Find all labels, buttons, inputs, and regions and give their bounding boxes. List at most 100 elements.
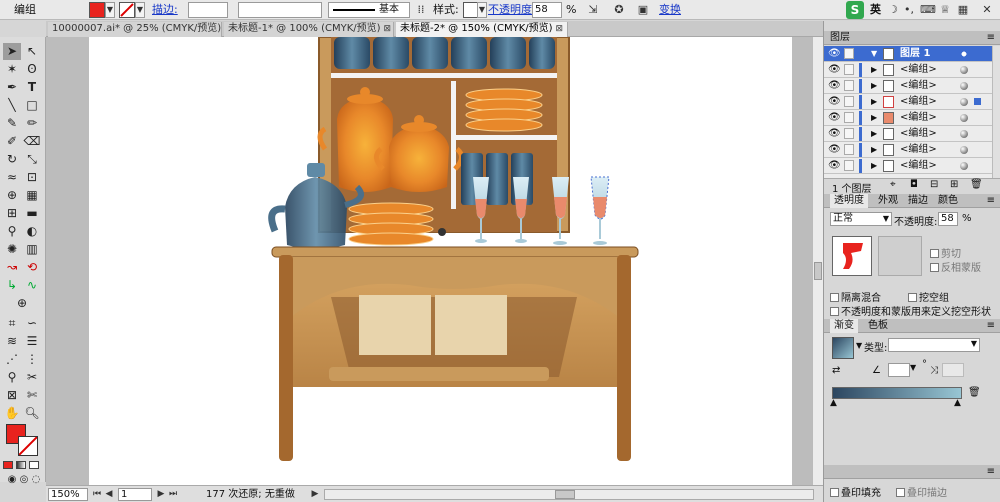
none-mode-icon[interactable] bbox=[29, 461, 39, 469]
invert-mask-checkbox[interactable]: 反相蒙版 bbox=[930, 259, 981, 274]
blend-tool-icon[interactable]: ◐ bbox=[23, 223, 41, 240]
layer-row-group[interactable]: 👁︎ ▶ <编组> bbox=[824, 142, 992, 158]
visibility-eye-icon[interactable]: 👁︎ bbox=[828, 144, 841, 155]
column-graph-icon[interactable]: ▥ bbox=[23, 241, 41, 258]
brush-definition-field[interactable]: 基本 bbox=[328, 2, 410, 18]
brush-options-icon[interactable]: ⁞⁞ bbox=[414, 3, 428, 17]
new-sublayer-icon[interactable]: ⊟ bbox=[930, 179, 938, 190]
direct-selection-tool-icon[interactable]: ↖ bbox=[23, 43, 41, 60]
layer-target-icon[interactable] bbox=[960, 66, 968, 74]
gradient-mode-icon[interactable] bbox=[16, 461, 26, 469]
canvas-horizontal-scrollbar[interactable] bbox=[324, 489, 814, 500]
measure-tool-icon[interactable]: ⚲ bbox=[3, 369, 21, 386]
tab-document-3[interactable]: 未标题-2* @ 150% (CMYK/预览) ⊠ bbox=[396, 22, 568, 37]
lock-toggle[interactable] bbox=[844, 64, 854, 75]
pencil-icon[interactable]: ✏ bbox=[23, 115, 41, 132]
ime-close-icon[interactable]: ✕ bbox=[980, 3, 994, 17]
layer-target-icon[interactable] bbox=[960, 82, 968, 90]
overprint-stroke-checkbox[interactable]: 叠印描边 bbox=[896, 484, 947, 499]
path-tool-icon[interactable]: ∿ bbox=[23, 277, 41, 294]
layer-name[interactable]: 图层 1 bbox=[900, 47, 930, 61]
layer-name[interactable]: <编组> bbox=[900, 63, 937, 77]
blend-mode-select[interactable]: 正常 ▼ bbox=[830, 212, 892, 226]
clip-checkbox[interactable]: 剪切 bbox=[930, 245, 961, 260]
slice-tool-icon[interactable]: ⊠ bbox=[3, 387, 21, 404]
layer-row-group[interactable]: 👁︎ ▶ <编组> bbox=[824, 78, 992, 94]
tab-appearance[interactable]: 外观 bbox=[874, 194, 902, 208]
artboard-tool-icon[interactable]: ⌗ bbox=[3, 315, 21, 332]
selection-tool-icon[interactable]: ➤ bbox=[3, 43, 21, 60]
layer-target-icon[interactable] bbox=[960, 50, 968, 58]
canvas-vertical-scrollbar[interactable] bbox=[812, 37, 823, 485]
gradient-tool-icon[interactable]: ▬ bbox=[23, 205, 41, 222]
visibility-eye-icon[interactable]: 👁︎ bbox=[828, 64, 841, 75]
type-tool-icon[interactable]: T bbox=[23, 79, 41, 96]
panel-menu-icon[interactable]: ≡ bbox=[987, 194, 995, 207]
layer-row-group[interactable]: 👁︎ ▶ <编组> bbox=[824, 126, 992, 142]
gradient-type-select[interactable]: ▼ bbox=[888, 338, 980, 352]
stroke-weight-field[interactable] bbox=[188, 2, 228, 18]
curve-tool-icon[interactable]: ↳ bbox=[3, 277, 21, 294]
layer-target-icon[interactable] bbox=[960, 130, 968, 138]
gradient-slider[interactable] bbox=[832, 387, 962, 399]
knockout-group-checkbox[interactable]: 挖空组 bbox=[908, 289, 949, 304]
chart-tool-icon[interactable]: ⋰ bbox=[3, 351, 21, 368]
scroll-thumb[interactable] bbox=[814, 262, 822, 280]
align-icon[interactable]: ▣ bbox=[636, 3, 650, 17]
close-icon[interactable]: ⊠ bbox=[556, 24, 564, 34]
pen-tool-icon[interactable]: ✒ bbox=[3, 79, 21, 96]
stroke-link[interactable]: 描边: bbox=[152, 2, 178, 18]
color-mode-icon[interactable] bbox=[3, 461, 13, 469]
invert-mask-box[interactable] bbox=[930, 263, 939, 272]
tab-color[interactable]: 颜色 bbox=[934, 194, 962, 208]
envelope-tool-icon[interactable]: ∽ bbox=[23, 315, 41, 332]
style-dropdown-arrow[interactable]: ▼ bbox=[477, 2, 487, 18]
clip-box[interactable] bbox=[930, 249, 939, 258]
line-tool-icon[interactable]: ╲ bbox=[3, 97, 21, 114]
layers-panel-header[interactable]: 图层 ≡ bbox=[824, 31, 1000, 45]
page-field[interactable]: 1 bbox=[118, 488, 152, 501]
curvature-tool-icon[interactable]: ↝ bbox=[3, 259, 21, 276]
anchor-tool-icon[interactable]: ⟲ bbox=[23, 259, 41, 276]
canvas-area[interactable] bbox=[46, 37, 812, 485]
lock-toggle[interactable] bbox=[844, 96, 854, 107]
opacity-mask-box[interactable] bbox=[830, 307, 839, 316]
lock-toggle[interactable] bbox=[844, 112, 854, 123]
keyboard-icon[interactable]: ⌨ bbox=[920, 3, 936, 17]
stroke-swatch[interactable] bbox=[119, 2, 135, 18]
fill-dropdown-arrow[interactable]: ▼ bbox=[105, 2, 115, 18]
target-tool-icon[interactable]: ⊕ bbox=[13, 295, 31, 312]
ime-toolbox-icon[interactable]: ▦ bbox=[956, 3, 970, 17]
locate-object-icon[interactable]: ⌖ bbox=[890, 179, 896, 190]
draw-inside-icon[interactable]: ◌ bbox=[27, 471, 45, 488]
symbol-sprayer-icon[interactable]: ✺ bbox=[3, 241, 21, 258]
knockout-group-box[interactable] bbox=[908, 293, 917, 302]
layer-row-layer1[interactable]: 👁︎ ▼ 图层 1 bbox=[824, 46, 992, 62]
new-layer-icon[interactable]: ⊞ bbox=[950, 179, 958, 190]
panel-menu-icon[interactable]: ≡ bbox=[987, 465, 995, 478]
layer-name[interactable]: <编组> bbox=[900, 159, 937, 173]
blob-brush-icon[interactable]: ✐ bbox=[3, 133, 21, 150]
tab-stroke[interactable]: 描边 bbox=[904, 194, 932, 208]
expand-triangle-icon[interactable]: ▶ bbox=[871, 112, 877, 124]
perspective-grid-icon[interactable]: ▦ bbox=[23, 187, 41, 204]
layer-row-group[interactable]: 👁︎ ▶ <编组> bbox=[824, 94, 992, 110]
prev-page-icon[interactable]: ◀ bbox=[102, 487, 116, 501]
tab-gradient[interactable]: 渐变 bbox=[830, 319, 858, 333]
zoom-tool-icon[interactable]: 🔍︎ bbox=[23, 405, 41, 422]
layers-scrollbar[interactable] bbox=[992, 46, 1000, 178]
lock-toggle[interactable] bbox=[844, 80, 854, 91]
artboard[interactable] bbox=[89, 37, 792, 485]
layer-row-group[interactable]: 👁︎ ▶ <编组> bbox=[824, 62, 992, 78]
visibility-eye-icon[interactable]: 👁︎ bbox=[828, 160, 841, 171]
attributes-panel-header[interactable]: ≡ bbox=[824, 465, 1000, 479]
zoom-field[interactable]: 150% bbox=[48, 488, 88, 501]
ime-language[interactable]: 英 bbox=[870, 2, 881, 18]
recolor-artwork-icon[interactable]: ✪ bbox=[612, 3, 626, 17]
gradient-swatch-arrow-icon[interactable]: ▼ bbox=[856, 341, 862, 350]
expand-triangle-icon[interactable]: ▶ bbox=[871, 128, 877, 140]
object-thumbnail[interactable] bbox=[832, 236, 872, 276]
stroke-dropdown-arrow[interactable]: ▼ bbox=[135, 2, 145, 18]
expand-triangle-icon[interactable]: ▼ bbox=[871, 48, 877, 60]
align-tool-icon[interactable]: ☰ bbox=[23, 333, 41, 350]
